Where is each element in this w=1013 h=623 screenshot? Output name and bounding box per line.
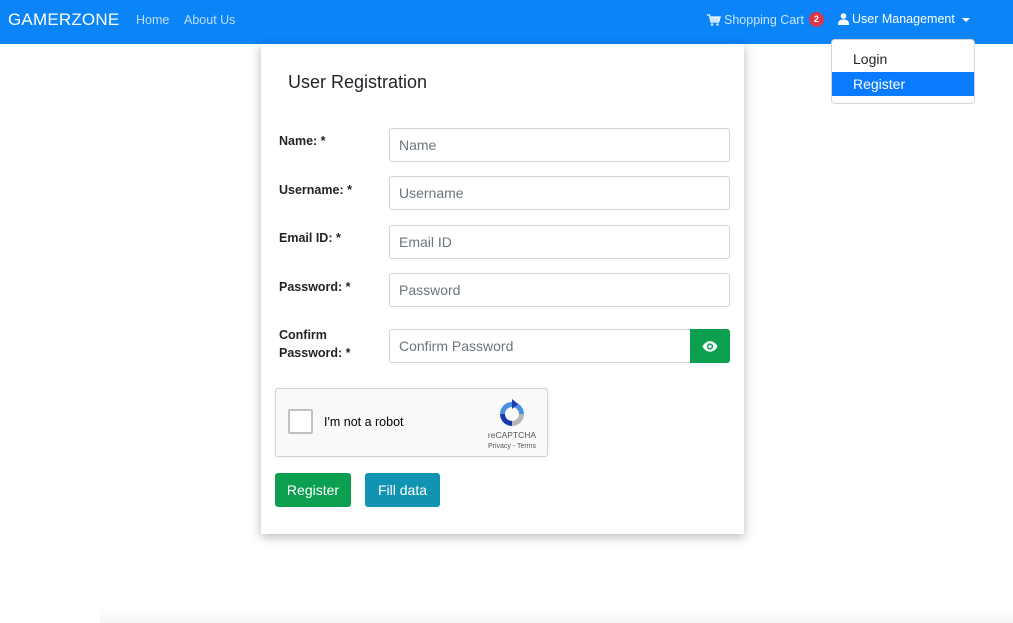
cart-label: Shopping Cart xyxy=(724,12,804,27)
cart-count-badge: 2 xyxy=(808,12,824,27)
confirm-password-label-line1: Confirm xyxy=(279,328,327,342)
recaptcha-logo-icon xyxy=(500,399,524,426)
confirm-password-label-line2: Password: * xyxy=(279,346,351,360)
confirm-password-label: Confirm Password: * xyxy=(279,326,351,362)
cart-icon xyxy=(707,13,721,26)
eye-icon xyxy=(702,340,718,352)
brand-logo[interactable]: GAMERZONE xyxy=(8,10,119,30)
fill-data-button[interactable]: Fill data xyxy=(365,473,440,507)
registration-card: User Registration Name: * Username: * Em… xyxy=(261,44,744,534)
username-input[interactable] xyxy=(389,176,730,210)
menu-item-register[interactable]: Register xyxy=(832,72,974,96)
email-label: Email ID: * xyxy=(279,231,341,245)
nav-link-about-us[interactable]: About Us xyxy=(184,13,235,27)
recaptcha-label: I'm not a robot xyxy=(324,415,404,429)
name-label: Name: * xyxy=(279,134,326,148)
recaptcha-widget: I'm not a robot reCAPTCHA Privacy - Term… xyxy=(275,388,548,457)
recaptcha-brand: reCAPTCHA xyxy=(487,430,537,440)
user-management-menu: Login Register xyxy=(831,39,975,104)
user-management-dropdown-toggle[interactable]: User Management xyxy=(838,12,970,26)
navbar: GAMERZONE Home About Us Shopping Cart 2 … xyxy=(0,0,1013,44)
shopping-cart-link[interactable]: Shopping Cart 2 xyxy=(707,12,824,27)
register-button[interactable]: Register xyxy=(275,473,351,507)
password-label: Password: * xyxy=(279,280,351,294)
page-title: User Registration xyxy=(288,72,428,92)
user-icon xyxy=(838,13,849,25)
name-input[interactable] xyxy=(389,128,730,162)
confirm-password-input[interactable] xyxy=(389,329,691,363)
footer-shadow xyxy=(100,608,1013,623)
user-management-label: User Management xyxy=(852,12,955,26)
password-input[interactable] xyxy=(389,273,730,307)
menu-item-login[interactable]: Login xyxy=(832,47,974,71)
nav-link-home[interactable]: Home xyxy=(136,13,169,27)
email-input[interactable] xyxy=(389,225,730,259)
caret-down-icon xyxy=(961,17,970,22)
recaptcha-privacy-terms[interactable]: Privacy - Terms xyxy=(474,443,550,450)
username-label: Username: * xyxy=(279,183,352,197)
recaptcha-checkbox[interactable] xyxy=(288,409,313,434)
toggle-password-visibility-button[interactable] xyxy=(690,329,730,363)
